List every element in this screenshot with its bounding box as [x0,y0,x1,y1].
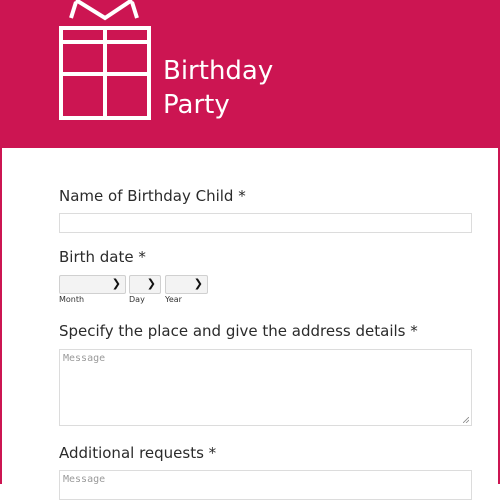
requests-placeholder: Message [63,474,106,485]
place-placeholder: Message [63,353,106,364]
header-banner: Birthday Party [0,0,500,148]
birth-date-label: Birth date * [59,248,146,266]
page-title: Birthday Party [163,54,273,122]
child-name-input[interactable] [59,213,472,233]
day-select[interactable]: ❯ [129,275,161,294]
title-line-2: Party [163,90,230,120]
requests-label: Additional requests * [59,444,217,462]
chevron-down-icon: ❯ [193,277,203,290]
requests-textarea[interactable]: Message [59,470,472,500]
year-sublabel: Year [165,295,182,304]
day-sublabel: Day [129,295,145,304]
left-border [0,148,2,484]
year-select[interactable]: ❯ [165,275,208,294]
month-select[interactable]: ❯ [59,275,126,294]
place-textarea[interactable]: Message [59,349,472,426]
child-name-label: Name of Birthday Child * [59,187,246,205]
chevron-down-icon: ❯ [111,277,121,290]
place-label: Specify the place and give the address d… [59,322,418,340]
chevron-down-icon: ❯ [146,277,156,290]
resize-handle-icon[interactable] [463,417,469,423]
title-line-1: Birthday [163,56,274,86]
gift-icon [59,0,151,120]
month-sublabel: Month [59,295,85,304]
